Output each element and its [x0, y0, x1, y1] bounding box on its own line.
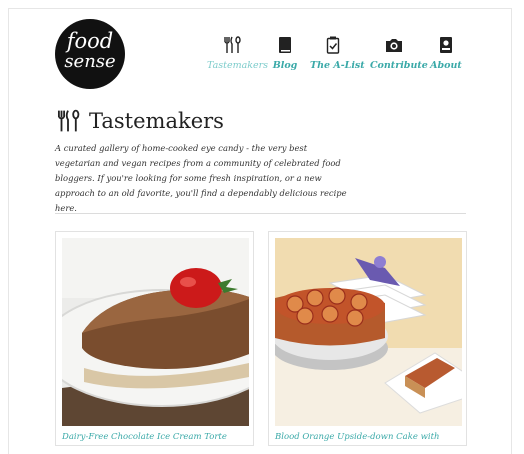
nav-label: Contribute — [370, 60, 428, 71]
nav-label: The A-List — [310, 60, 365, 71]
chocolate-torte-photo — [62, 238, 249, 426]
intro-text: A curated gallery of home-cooked eye can… — [55, 143, 347, 213]
nav-a-list[interactable]: The A-List — [310, 36, 365, 71]
nav-tastemakers[interactable]: Tastemakers — [207, 36, 269, 71]
card-caption[interactable]: Blood Orange Upside-down Cake with — [275, 432, 439, 442]
page-title: Tastemakers — [89, 109, 224, 133]
nav-label: About — [430, 60, 462, 71]
checklist-icon — [326, 36, 340, 54]
profile-card-icon — [440, 37, 452, 53]
blood-orange-cake-photo — [275, 238, 462, 426]
page-title-row: Tastemakers — [55, 108, 224, 134]
nav-about[interactable]: About — [430, 36, 462, 71]
recipe-card[interactable]: Blood Orange Upside-down Cake with — [268, 231, 467, 446]
nav-label: Tastemakers — [207, 60, 269, 71]
book-icon — [279, 37, 291, 53]
nav-contribute[interactable]: Contribute — [370, 36, 428, 71]
main-nav: Tastemakers Blog The A-List Contribute A… — [0, 36, 524, 76]
recipe-card[interactable]: Dairy-Free Chocolate Ice Cream Torte — [55, 231, 254, 446]
divider — [55, 213, 466, 214]
nav-blog[interactable]: Blog — [270, 36, 300, 71]
fork-knife-spoon-icon — [224, 36, 241, 53]
nav-label: Blog — [272, 60, 298, 71]
card-caption[interactable]: Dairy-Free Chocolate Ice Cream Torte — [62, 432, 227, 442]
camera-icon — [386, 39, 402, 52]
fork-knife-spoon-icon — [57, 109, 80, 132]
